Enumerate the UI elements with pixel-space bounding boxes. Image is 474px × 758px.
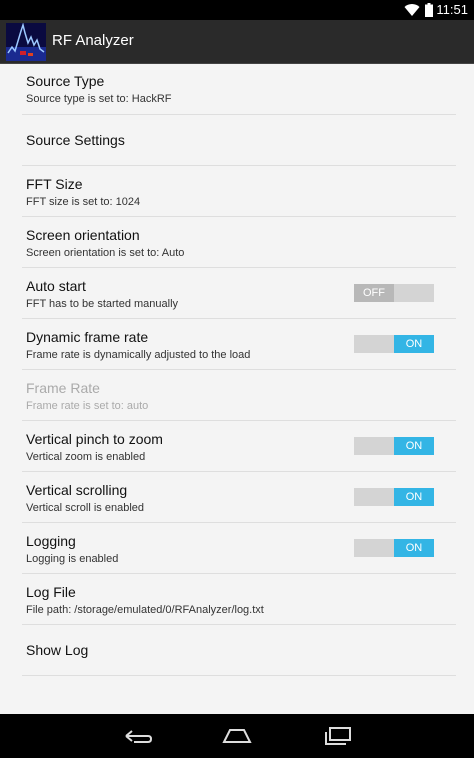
app-spectrum-icon[interactable] [6,23,46,61]
pref-title: FFT Size [26,176,83,192]
pref-auto-start[interactable]: Auto start FFT has to be started manuall… [22,268,456,319]
pref-title: Log File [26,584,76,600]
pref-summary: FFT has to be started manually [26,298,179,310]
pref-summary: Frame rate is set to: auto [26,400,149,412]
settings-list[interactable]: Source Type Source type is set to: HackR… [0,64,474,714]
pref-title: Show Log [26,642,89,658]
battery-icon [425,3,433,17]
pref-summary: Source type is set to: HackRF [26,93,172,105]
vertical-pinch-zoom-toggle[interactable]: ON [354,437,434,455]
pref-frame-rate: Frame Rate Frame rate is set to: auto [22,370,456,421]
auto-start-toggle[interactable]: OFF [354,284,434,302]
toggle-state: ON [394,335,434,353]
pref-title: Logging [26,533,76,549]
toggle-state: ON [394,488,434,506]
clock: 11:51 [436,2,468,17]
pref-show-log[interactable]: Show Log [22,625,456,676]
pref-source-settings[interactable]: Source Settings [22,115,456,166]
pref-title: Dynamic frame rate [26,329,149,345]
pref-title: Frame Rate [26,380,100,396]
pref-title: Source Settings [26,132,125,148]
pref-summary: Vertical zoom is enabled [26,451,146,463]
dynamic-frame-rate-toggle[interactable]: ON [354,335,434,353]
navigation-bar [0,714,474,758]
pref-summary: Frame rate is dynamically adjusted to th… [26,349,251,361]
pref-summary: File path: /storage/emulated/0/RFAnalyze… [26,604,264,616]
pref-summary: Logging is enabled [26,553,119,565]
vertical-scrolling-toggle[interactable]: ON [354,488,434,506]
app-title: RF Analyzer [52,32,134,49]
back-icon[interactable] [122,726,152,746]
pref-dynamic-frame-rate[interactable]: Dynamic frame rate Frame rate is dynamic… [22,319,456,370]
toggle-state: OFF [354,284,394,302]
logging-toggle[interactable]: ON [354,539,434,557]
pref-screen-orientation[interactable]: Screen orientation Screen orientation is… [22,217,456,268]
pref-summary: FFT size is set to: 1024 [26,196,141,208]
pref-fft-size[interactable]: FFT Size FFT size is set to: 1024 [22,166,456,217]
wifi-icon [404,4,420,17]
pref-title: Auto start [26,278,86,294]
pref-summary: Vertical scroll is enabled [26,502,145,514]
pref-logging[interactable]: Logging Logging is enabled ON [22,523,456,574]
pref-title: Screen orientation [26,227,140,243]
recents-icon[interactable] [322,726,352,746]
status-bar: 11:51 [0,0,474,20]
pref-title: Source Type [26,73,105,89]
pref-title: Vertical pinch to zoom [26,431,163,447]
pref-source-type[interactable]: Source Type Source type is set to: HackR… [22,64,456,115]
pref-vertical-scrolling[interactable]: Vertical scrolling Vertical scroll is en… [22,472,456,523]
pref-summary: Screen orientation is set to: Auto [26,247,185,259]
home-icon[interactable] [222,726,252,746]
pref-title: Vertical scrolling [26,482,128,498]
pref-log-file[interactable]: Log File File path: /storage/emulated/0/… [22,574,456,625]
pref-vertical-pinch-zoom[interactable]: Vertical pinch to zoom Vertical zoom is … [22,421,456,472]
toggle-state: ON [394,539,434,557]
action-bar: RF Analyzer [0,20,474,64]
toggle-state: ON [394,437,434,455]
